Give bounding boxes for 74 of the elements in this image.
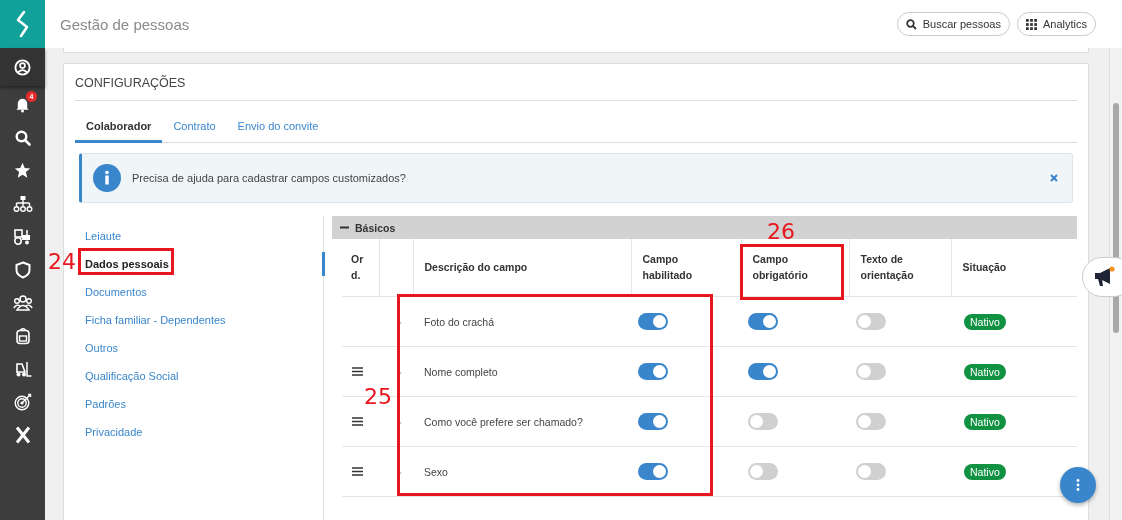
forklift-icon[interactable] bbox=[13, 359, 32, 378]
field-description: Nome completo bbox=[424, 365, 498, 378]
column-header: Ord. bbox=[351, 251, 365, 283]
caret-icon[interactable] bbox=[398, 469, 402, 476]
announcements-button[interactable] bbox=[1082, 257, 1122, 297]
caret-icon[interactable] bbox=[398, 419, 402, 426]
toggle-switch[interactable] bbox=[638, 413, 668, 430]
toggle-switch[interactable] bbox=[638, 313, 668, 330]
column-header: Texto de orientação bbox=[860, 251, 915, 283]
field-description: Foto do crachá bbox=[424, 315, 495, 328]
toggle-switch[interactable] bbox=[638, 463, 668, 480]
settings-nav-link[interactable]: Qualificação Social bbox=[75, 370, 179, 382]
status-tag: Nativo bbox=[964, 313, 1006, 330]
settings-nav-link[interactable]: Dados pessoais bbox=[75, 258, 169, 270]
settings-nav-link[interactable]: Padrões bbox=[75, 398, 126, 410]
section-title: CONFIGURAÇÕES bbox=[75, 74, 1077, 101]
toggle-switch[interactable] bbox=[638, 363, 668, 380]
grid-icon bbox=[1025, 18, 1037, 30]
drag-handle-icon[interactable] bbox=[352, 466, 363, 476]
toggle-switch[interactable] bbox=[856, 313, 886, 330]
shield-icon[interactable] bbox=[14, 260, 31, 279]
step-number: 24 bbox=[48, 251, 76, 273]
settings-nav-link[interactable]: Privacidade bbox=[75, 426, 143, 438]
selection-indicator bbox=[322, 252, 325, 276]
status-tag: Nativo bbox=[964, 363, 1006, 380]
caret-icon[interactable] bbox=[398, 319, 402, 326]
search-icon bbox=[905, 18, 917, 30]
megaphone-icon bbox=[1093, 266, 1117, 288]
scrollbar[interactable] bbox=[1109, 48, 1122, 520]
drag-handle-icon[interactable] bbox=[352, 416, 363, 426]
column-header: Descrição do campo bbox=[424, 259, 528, 275]
star-icon[interactable] bbox=[14, 162, 31, 179]
tab[interactable]: Envio do convite bbox=[226, 113, 330, 143]
column-header: Campo habilitado bbox=[642, 251, 694, 283]
backpack-icon[interactable] bbox=[14, 326, 31, 345]
page-title: Gestão de pessoas bbox=[60, 15, 191, 33]
bell-icon[interactable] bbox=[14, 96, 31, 113]
people-group-icon[interactable] bbox=[12, 293, 33, 312]
tab[interactable]: Contrato bbox=[162, 113, 227, 143]
toggle-switch[interactable] bbox=[856, 463, 886, 480]
tab[interactable]: Colaborador bbox=[75, 113, 163, 143]
target-icon[interactable] bbox=[13, 392, 32, 411]
field-description: Sexo bbox=[424, 465, 448, 478]
step-number: 25 bbox=[364, 386, 392, 408]
org-chart-icon[interactable] bbox=[12, 194, 33, 213]
field-description: Como você prefere ser chamado? bbox=[424, 415, 583, 428]
toggle-switch[interactable] bbox=[748, 313, 778, 330]
close-icon[interactable] bbox=[1050, 174, 1058, 182]
logo-tile[interactable] bbox=[0, 0, 45, 48]
search-icon[interactable] bbox=[14, 129, 31, 146]
tractor-icon[interactable] bbox=[13, 227, 32, 246]
status-tag: Nativo bbox=[964, 463, 1006, 480]
drag-handle-icon[interactable] bbox=[352, 366, 363, 376]
settings-nav-link[interactable]: Documentos bbox=[75, 286, 147, 298]
logo-icon bbox=[14, 10, 31, 38]
settings-nav-link[interactable]: Leiaute bbox=[75, 230, 122, 242]
search-people-button[interactable]: Buscar pessoas bbox=[896, 12, 1010, 36]
cross-tools-icon[interactable] bbox=[14, 425, 31, 444]
toggle-switch[interactable] bbox=[748, 463, 778, 480]
info-icon bbox=[93, 164, 121, 192]
toggle-switch[interactable] bbox=[748, 413, 778, 430]
alert-message: Precisa de ajuda para cadastrar campos customizados? bbox=[132, 172, 407, 184]
status-tag: Nativo bbox=[964, 413, 1006, 430]
kebab-icon bbox=[1076, 479, 1080, 491]
toggle-switch[interactable] bbox=[856, 413, 886, 430]
toggle-switch[interactable] bbox=[748, 363, 778, 380]
column-header: Campo obrigatório bbox=[752, 251, 809, 283]
analytics-button[interactable]: Analytics bbox=[1016, 12, 1096, 36]
column-header: Situação bbox=[962, 259, 1007, 275]
caret-icon[interactable] bbox=[398, 369, 402, 376]
settings-nav-link[interactable]: Outros bbox=[75, 342, 118, 354]
user-circle-icon[interactable] bbox=[14, 58, 31, 76]
settings-nav-link[interactable]: Ficha familiar - Dependentes bbox=[75, 314, 226, 326]
toggle-switch[interactable] bbox=[856, 363, 886, 380]
